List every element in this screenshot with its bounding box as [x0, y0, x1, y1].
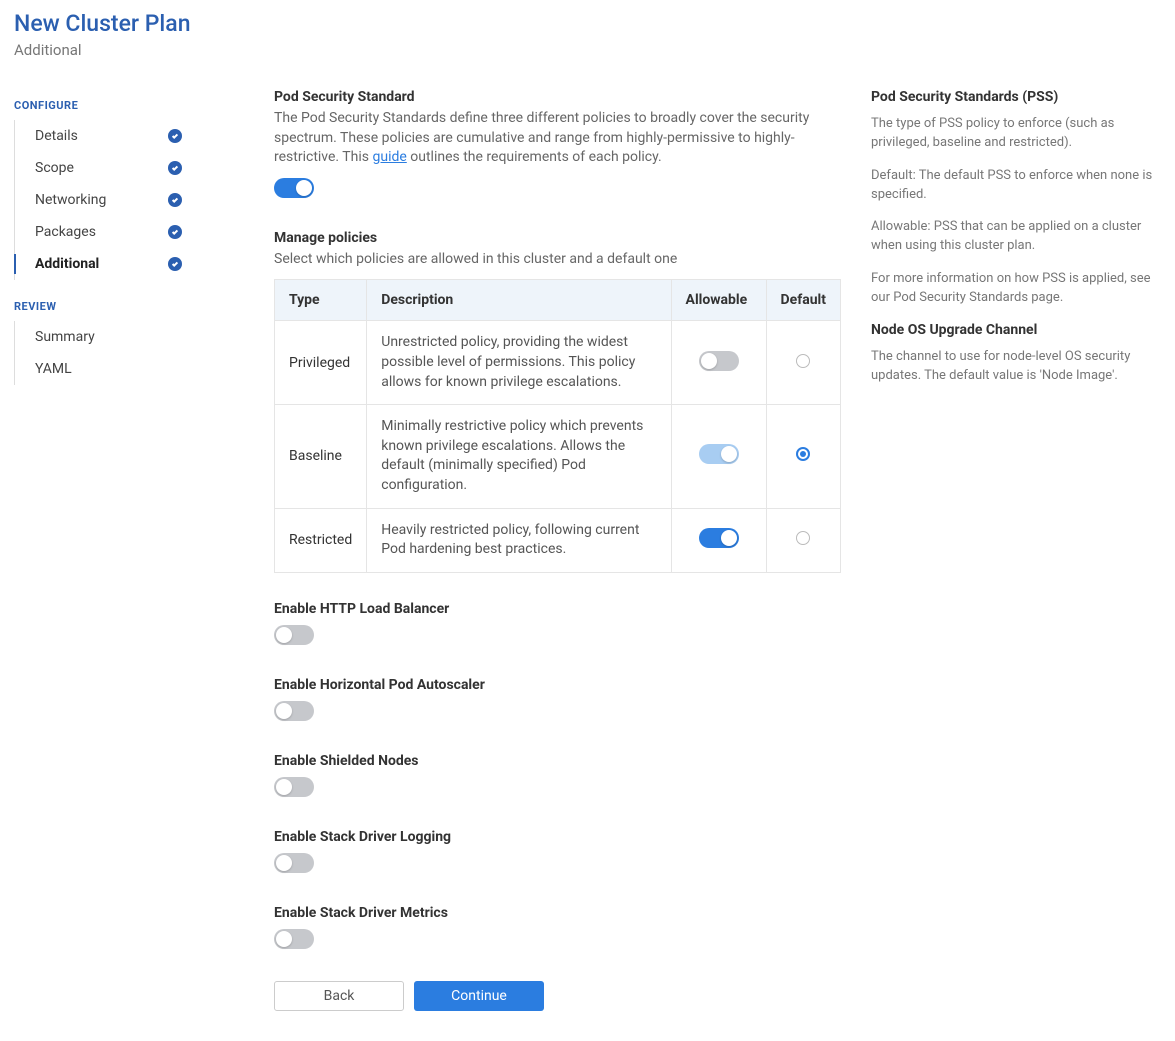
sidebar-item-label: Details [35, 128, 78, 144]
th-description: Description [367, 280, 671, 321]
check-icon [168, 129, 182, 143]
manage-policies-title: Manage policies [274, 230, 841, 246]
manage-policies-desc: Select which policies are allowed in thi… [274, 250, 841, 270]
sidebar-item-label: YAML [35, 361, 72, 377]
check-icon [168, 225, 182, 239]
policy-description: Minimally restrictive policy which preve… [367, 405, 671, 508]
th-type: Type [275, 280, 367, 321]
info-pss-p2: Default: The default PSS to enforce when… [871, 167, 1161, 205]
info-pss-title: Pod Security Standards (PSS) [871, 89, 1161, 105]
sidebar-item-networking[interactable]: Networking [15, 184, 244, 216]
hpa-label: Enable Horizontal Pod Autoscaler [274, 677, 841, 693]
policies-table: Type Description Allowable Default Privi… [274, 279, 841, 572]
pss-description: The Pod Security Standards define three … [274, 109, 841, 168]
check-icon [168, 161, 182, 175]
info-pss-p4: For more information on how PSS is appli… [871, 270, 1161, 308]
sidebar-item-label: Scope [35, 160, 74, 176]
info-node-title: Node OS Upgrade Channel [871, 322, 1161, 338]
page-title: New Cluster Plan [14, 10, 1161, 37]
info-node-p1: The channel to use for node-level OS sec… [871, 348, 1161, 386]
shielded-label: Enable Shielded Nodes [274, 753, 841, 769]
sidebar-item-label: Additional [35, 256, 99, 272]
sidebar-item-summary[interactable]: Summary [15, 321, 244, 353]
http_lb-toggle[interactable] [274, 625, 314, 645]
main-content: Pod Security Standard The Pod Security S… [274, 89, 841, 1011]
th-allowable: Allowable [671, 280, 766, 321]
hpa-toggle[interactable] [274, 701, 314, 721]
th-default: Default [766, 280, 840, 321]
check-icon [168, 257, 182, 271]
sidebar-heading-review: REVIEW [14, 300, 244, 313]
sidebar: CONFIGURE Details Scope Networking Packages… [14, 89, 244, 1011]
sidebar-item-yaml[interactable]: YAML [15, 353, 244, 385]
sd_metrics-label: Enable Stack Driver Metrics [274, 905, 841, 921]
sidebar-item-label: Networking [35, 192, 106, 208]
default-radio[interactable] [796, 354, 810, 368]
sd_logging-label: Enable Stack Driver Logging [274, 829, 841, 845]
policy-type: Privileged [275, 321, 367, 405]
http_lb-label: Enable HTTP Load Balancer [274, 601, 841, 617]
sidebar-item-packages[interactable]: Packages [15, 216, 244, 248]
shielded-toggle[interactable] [274, 777, 314, 797]
policy-type: Restricted [275, 508, 367, 572]
check-icon [168, 193, 182, 207]
sidebar-item-label: Summary [35, 329, 95, 345]
pss-title: Pod Security Standard [274, 89, 841, 105]
pss-toggle[interactable] [274, 178, 314, 198]
policy-type: Baseline [275, 405, 367, 508]
sd_metrics-toggle[interactable] [274, 929, 314, 949]
continue-button[interactable]: Continue [414, 981, 544, 1011]
sidebar-item-label: Packages [35, 224, 96, 240]
sidebar-item-additional[interactable]: Additional [15, 248, 244, 280]
sidebar-heading-configure: CONFIGURE [14, 99, 244, 112]
allowable-toggle[interactable] [699, 444, 739, 464]
info-panel: Pod Security Standards (PSS) The type of… [871, 89, 1161, 1011]
back-button[interactable]: Back [274, 981, 404, 1011]
table-row: PrivilegedUnrestricted policy, providing… [275, 321, 841, 405]
page-subtitle: Additional [14, 41, 1161, 59]
policy-description: Unrestricted policy, providing the wides… [367, 321, 671, 405]
table-row: RestrictedHeavily restricted policy, fol… [275, 508, 841, 572]
allowable-toggle[interactable] [699, 528, 739, 548]
default-radio[interactable] [796, 531, 810, 545]
default-radio[interactable] [796, 447, 810, 461]
sd_logging-toggle[interactable] [274, 853, 314, 873]
policy-description: Heavily restricted policy, following cur… [367, 508, 671, 572]
info-pss-p3: Allowable: PSS that can be applied on a … [871, 218, 1161, 256]
info-pss-p1: The type of PSS policy to enforce (such … [871, 115, 1161, 153]
sidebar-item-details[interactable]: Details [15, 120, 244, 152]
table-row: BaselineMinimally restrictive policy whi… [275, 405, 841, 508]
sidebar-item-scope[interactable]: Scope [15, 152, 244, 184]
pss-guide-link[interactable]: guide [372, 149, 406, 165]
allowable-toggle[interactable] [699, 351, 739, 371]
